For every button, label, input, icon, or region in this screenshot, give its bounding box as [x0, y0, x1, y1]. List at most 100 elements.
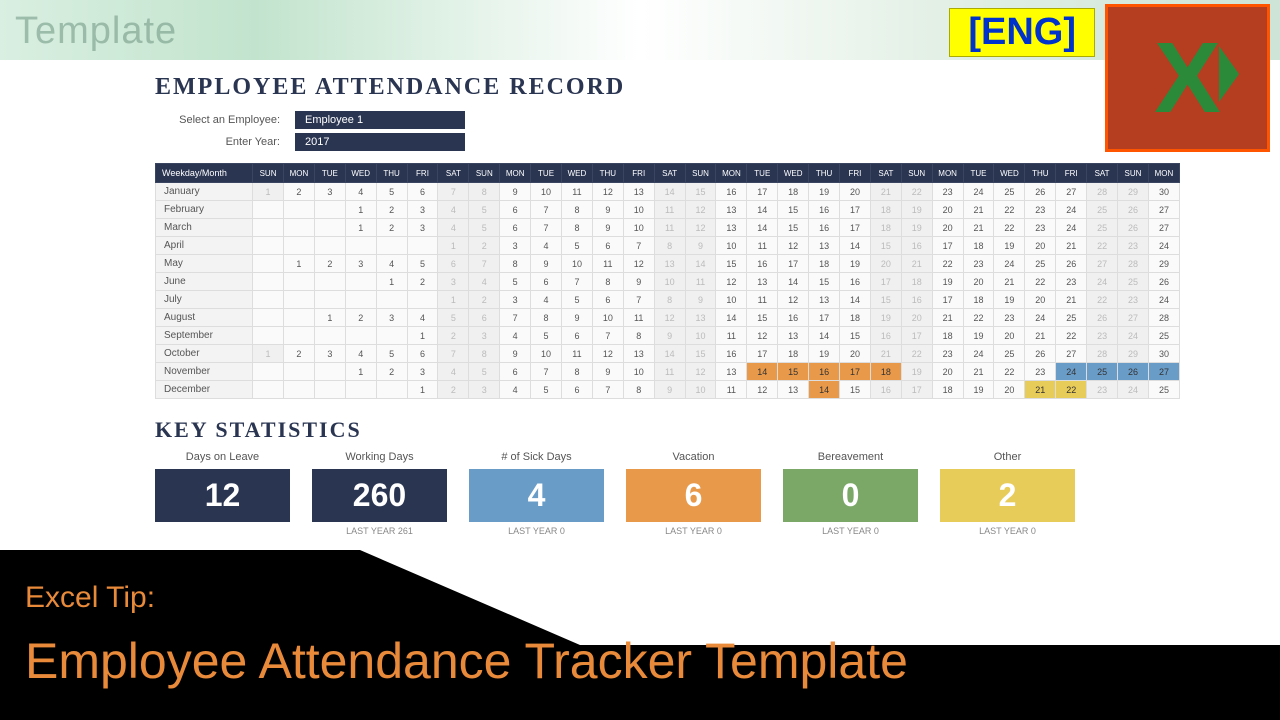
day-cell[interactable]: 12 [623, 255, 654, 273]
day-cell[interactable]: 18 [778, 183, 809, 201]
day-cell[interactable]: 17 [747, 345, 778, 363]
day-cell[interactable]: 13 [809, 291, 840, 309]
day-cell[interactable]: 9 [500, 345, 531, 363]
day-cell[interactable]: 27 [1148, 219, 1179, 237]
day-cell[interactable]: 1 [345, 219, 376, 237]
day-cell[interactable]: 21 [963, 201, 994, 219]
day-cell[interactable] [253, 291, 284, 309]
day-cell[interactable]: 23 [1118, 237, 1149, 255]
day-cell[interactable]: 9 [531, 255, 562, 273]
day-cell[interactable]: 12 [716, 273, 747, 291]
day-cell[interactable]: 1 [283, 255, 314, 273]
day-cell[interactable]: 18 [932, 327, 963, 345]
day-cell[interactable]: 30 [1148, 183, 1179, 201]
day-cell[interactable]: 6 [531, 273, 562, 291]
day-cell[interactable]: 17 [809, 309, 840, 327]
day-cell[interactable] [345, 381, 376, 399]
day-cell[interactable]: 6 [500, 201, 531, 219]
day-cell[interactable]: 23 [963, 255, 994, 273]
day-cell[interactable]: 6 [500, 219, 531, 237]
day-cell[interactable] [314, 201, 345, 219]
day-cell[interactable]: 27 [1118, 309, 1149, 327]
day-cell[interactable]: 24 [1118, 381, 1149, 399]
day-cell[interactable]: 21 [1025, 381, 1056, 399]
day-cell[interactable]: 27 [1148, 363, 1179, 381]
day-cell[interactable]: 10 [685, 327, 716, 345]
day-cell[interactable] [253, 273, 284, 291]
day-cell[interactable]: 2 [376, 201, 407, 219]
day-cell[interactable]: 19 [901, 201, 932, 219]
day-cell[interactable]: 8 [623, 327, 654, 345]
day-cell[interactable]: 8 [654, 291, 685, 309]
day-cell[interactable]: 20 [994, 327, 1025, 345]
day-cell[interactable]: 20 [840, 183, 871, 201]
day-cell[interactable]: 14 [809, 381, 840, 399]
day-cell[interactable] [376, 291, 407, 309]
day-cell[interactable]: 22 [1087, 237, 1118, 255]
day-cell[interactable]: 24 [963, 183, 994, 201]
day-cell[interactable]: 17 [840, 219, 871, 237]
day-cell[interactable]: 2 [283, 345, 314, 363]
day-cell[interactable]: 7 [531, 201, 562, 219]
day-cell[interactable]: 4 [345, 183, 376, 201]
day-cell[interactable] [253, 327, 284, 345]
day-cell[interactable]: 28 [1087, 345, 1118, 363]
day-cell[interactable]: 14 [747, 219, 778, 237]
day-cell[interactable] [345, 327, 376, 345]
day-cell[interactable]: 10 [654, 273, 685, 291]
day-cell[interactable] [253, 255, 284, 273]
day-cell[interactable]: 27 [1148, 201, 1179, 219]
day-cell[interactable]: 20 [1025, 291, 1056, 309]
day-cell[interactable]: 22 [901, 183, 932, 201]
day-cell[interactable]: 18 [870, 219, 901, 237]
day-cell[interactable]: 12 [747, 381, 778, 399]
day-cell[interactable]: 25 [994, 183, 1025, 201]
day-cell[interactable] [253, 381, 284, 399]
day-cell[interactable]: 22 [1056, 381, 1087, 399]
day-cell[interactable]: 19 [963, 327, 994, 345]
day-cell[interactable]: 16 [870, 327, 901, 345]
day-cell[interactable]: 15 [778, 219, 809, 237]
day-cell[interactable]: 16 [870, 381, 901, 399]
day-cell[interactable]: 2 [438, 381, 469, 399]
day-cell[interactable]: 15 [870, 237, 901, 255]
day-cell[interactable]: 17 [932, 291, 963, 309]
day-cell[interactable]: 8 [562, 219, 593, 237]
day-cell[interactable]: 6 [407, 183, 438, 201]
day-cell[interactable]: 3 [407, 363, 438, 381]
day-cell[interactable]: 22 [1087, 291, 1118, 309]
day-cell[interactable]: 11 [562, 345, 593, 363]
day-cell[interactable]: 8 [469, 345, 500, 363]
day-cell[interactable]: 25 [1025, 255, 1056, 273]
day-cell[interactable]: 2 [283, 183, 314, 201]
day-cell[interactable]: 19 [870, 309, 901, 327]
day-cell[interactable]: 9 [654, 381, 685, 399]
day-cell[interactable]: 17 [932, 237, 963, 255]
day-cell[interactable]: 22 [932, 255, 963, 273]
day-cell[interactable]: 19 [994, 237, 1025, 255]
day-cell[interactable] [376, 381, 407, 399]
day-cell[interactable] [283, 201, 314, 219]
day-cell[interactable]: 24 [1118, 327, 1149, 345]
day-cell[interactable]: 18 [963, 291, 994, 309]
day-cell[interactable]: 20 [932, 201, 963, 219]
day-cell[interactable]: 13 [778, 327, 809, 345]
day-cell[interactable]: 11 [716, 327, 747, 345]
day-cell[interactable]: 14 [840, 237, 871, 255]
day-cell[interactable]: 2 [345, 309, 376, 327]
day-cell[interactable]: 21 [870, 345, 901, 363]
day-cell[interactable] [407, 291, 438, 309]
day-cell[interactable]: 5 [376, 183, 407, 201]
day-cell[interactable] [376, 327, 407, 345]
day-cell[interactable]: 22 [1056, 327, 1087, 345]
day-cell[interactable]: 8 [562, 201, 593, 219]
day-cell[interactable]: 6 [407, 345, 438, 363]
day-cell[interactable]: 11 [654, 219, 685, 237]
day-cell[interactable]: 1 [253, 183, 284, 201]
day-cell[interactable]: 22 [994, 363, 1025, 381]
day-cell[interactable]: 20 [932, 363, 963, 381]
day-cell[interactable]: 11 [685, 273, 716, 291]
day-cell[interactable]: 3 [376, 309, 407, 327]
day-cell[interactable]: 25 [1148, 327, 1179, 345]
day-cell[interactable]: 10 [592, 309, 623, 327]
